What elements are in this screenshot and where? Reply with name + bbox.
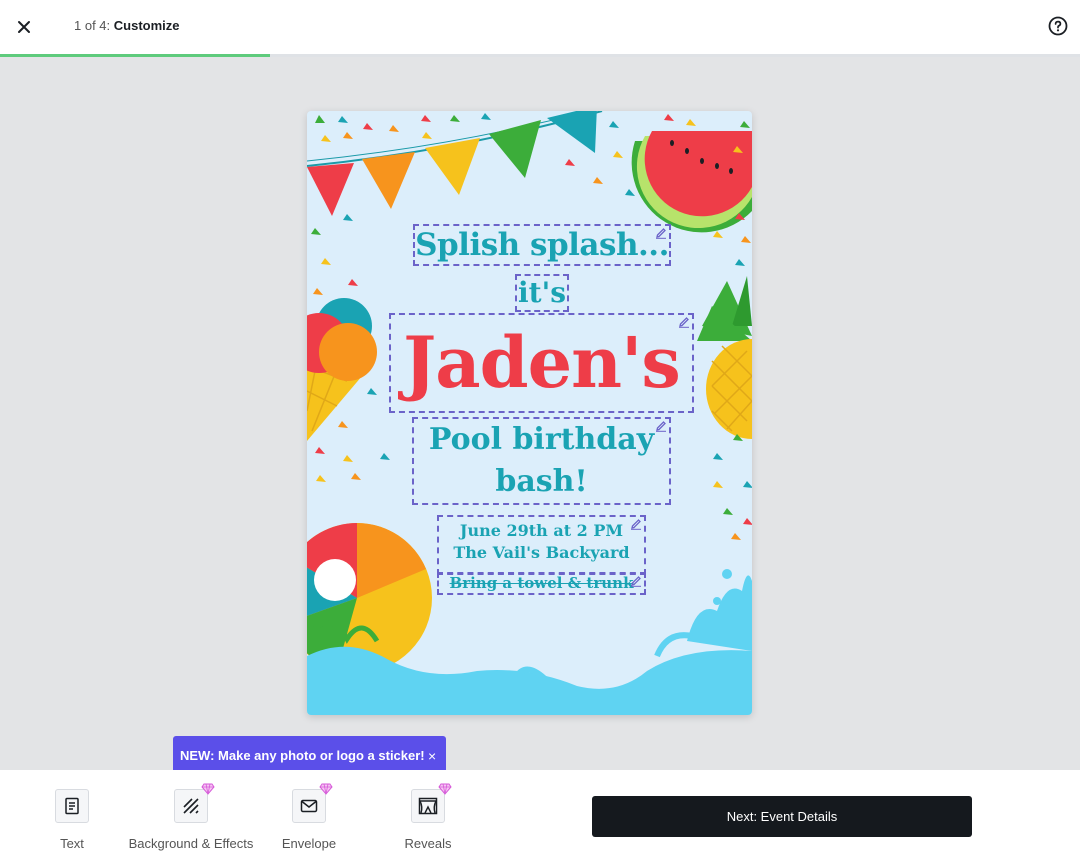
its-text: it's bbox=[518, 276, 566, 309]
bunting-flag bbox=[547, 111, 597, 153]
event-line-1: Pool birthday bbox=[428, 422, 655, 457]
name-text: Jaden's bbox=[403, 321, 681, 404]
premium-gem-icon bbox=[201, 783, 215, 795]
step-prefix: 1 of 4: bbox=[74, 18, 111, 33]
card-text-note[interactable]: Bring a towel & trunk bbox=[437, 572, 646, 595]
tool-reveals[interactable]: Reveals bbox=[398, 783, 458, 851]
top-bar: 1 of 4: Customize bbox=[0, 0, 1080, 54]
bunting-flag bbox=[425, 138, 480, 195]
tool-text-icon-box bbox=[55, 789, 89, 823]
event-line-2: bash! bbox=[495, 464, 588, 499]
tool-env-label: Envelope bbox=[281, 836, 337, 851]
headline-text: Splish splash... bbox=[415, 227, 669, 263]
premium-gem-icon bbox=[438, 783, 452, 795]
stage-curtain-icon bbox=[418, 797, 438, 815]
tool-bg-icon-box bbox=[174, 783, 215, 823]
premium-gem-icon bbox=[319, 783, 333, 795]
invitation-card: Splish splash... it's Jaden's Pool birth… bbox=[307, 111, 752, 715]
watermelon-slice bbox=[631, 131, 752, 233]
tool-env-icon-box bbox=[292, 783, 333, 823]
tool-rev-label: Reveals bbox=[404, 836, 452, 851]
card-text-its[interactable]: it's bbox=[515, 274, 569, 312]
next-event-details-button[interactable]: Next: Event Details bbox=[592, 796, 972, 837]
card-text-name[interactable]: Jaden's bbox=[389, 313, 694, 413]
help-icon bbox=[1048, 16, 1068, 36]
tool-rev-icon-box bbox=[411, 783, 452, 823]
bunting-flag bbox=[489, 120, 541, 178]
bunting-flag bbox=[307, 163, 354, 216]
card-text-event[interactable]: Pool birthday bash! bbox=[412, 417, 671, 505]
tooltip-text: NEW: Make any photo or logo a sticker! bbox=[180, 748, 425, 763]
card-text-details[interactable]: June 29th at 2 PM The Vail's Backyard bbox=[437, 515, 646, 575]
tool-text[interactable]: Text bbox=[55, 789, 89, 851]
bunting-flag bbox=[362, 152, 415, 209]
step-title: Customize bbox=[113, 18, 180, 33]
ice-cream-cone bbox=[307, 298, 377, 441]
edit-pencil-icon[interactable] bbox=[630, 518, 642, 530]
pineapple bbox=[697, 276, 752, 439]
envelope-icon bbox=[300, 799, 318, 813]
edit-pencil-icon[interactable] bbox=[655, 420, 667, 432]
card-text-headline[interactable]: Splish splash... bbox=[413, 224, 671, 266]
tool-bg-label: Background & Effects bbox=[128, 836, 254, 851]
text-document-icon bbox=[65, 797, 79, 815]
close-icon bbox=[18, 21, 30, 33]
edit-pencil-icon[interactable] bbox=[630, 575, 642, 587]
hatch-pattern-icon bbox=[183, 798, 199, 814]
note-text: Bring a towel & trunk bbox=[449, 574, 634, 592]
card-artwork bbox=[307, 111, 752, 715]
location-text: The Vail's Backyard bbox=[453, 543, 630, 562]
help-button[interactable] bbox=[1047, 15, 1069, 37]
close-button[interactable] bbox=[12, 15, 36, 39]
date-text: June 29th at 2 PM bbox=[459, 521, 624, 540]
bottom-toolbar: Text Background & Effects Envelope Revea… bbox=[0, 770, 1080, 864]
edit-pencil-icon[interactable] bbox=[678, 316, 690, 328]
tool-background-effects[interactable]: Background & Effects bbox=[124, 783, 258, 851]
step-indicator: 1 of 4: Customize bbox=[74, 18, 180, 33]
tool-text-label: Text bbox=[60, 836, 84, 851]
edit-pencil-icon[interactable] bbox=[655, 227, 667, 239]
tool-envelope[interactable]: Envelope bbox=[279, 783, 339, 851]
